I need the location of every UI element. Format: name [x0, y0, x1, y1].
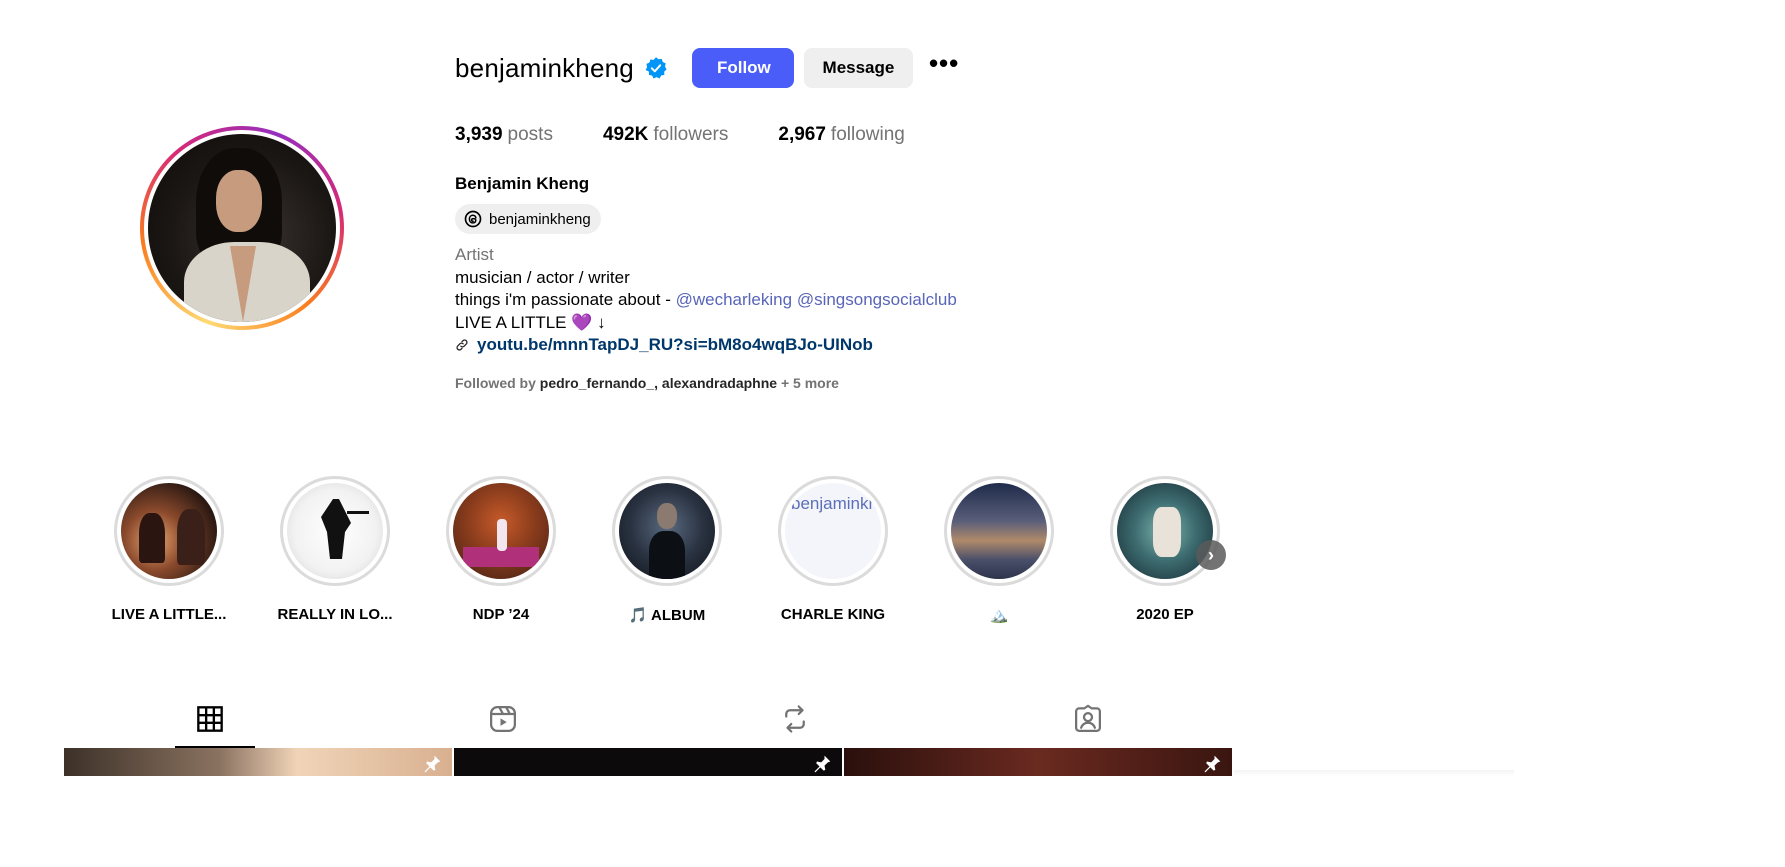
posts-count: 3,939 posts [455, 124, 553, 145]
bio-line: LIVE A LITTLE 💜 ↓ [455, 312, 606, 332]
highlight-label: 🎵 ALBUM [628, 607, 706, 624]
highlight-figure [177, 509, 205, 565]
highlight-ring [1110, 476, 1220, 586]
link-text: youtu.be/mnnTapDJ_RU?si=bM8o4wqBJo-UINob [477, 335, 873, 354]
highlight-item[interactable]: LIVE A LITTLE... [111, 476, 227, 624]
reposts-icon [785, 705, 806, 733]
reels-icon [489, 706, 516, 732]
highlight-label: 🏔️ [989, 607, 1009, 624]
post-tile[interactable] [64, 748, 452, 776]
highlights-next-arrow-icon[interactable]: › [1196, 540, 1226, 570]
highlight-label: NDP ’24 [472, 606, 530, 623]
highlight-gap [1113, 479, 1217, 583]
tab-posts[interactable] [64, 690, 357, 748]
avatar-ring-gap [144, 130, 340, 326]
profile-tabs [64, 690, 1234, 748]
pinned-icon [1204, 755, 1221, 773]
follow-button[interactable]: Follow [691, 48, 794, 88]
full-name: Benjamin Kheng [455, 174, 590, 193]
post-tile[interactable] [454, 748, 842, 776]
highlight-ring [446, 476, 556, 586]
highlight-gap [615, 479, 719, 583]
followed-by-prefix: Followed by [455, 375, 540, 391]
highlight-item[interactable]: REALLY IN LO... [277, 476, 393, 624]
highlight-ring [612, 476, 722, 586]
tagged-icon [1074, 704, 1101, 732]
highlight-gap: benjaminkheng's highlight story picture [781, 479, 885, 583]
highlight-label: LIVE A LITTLE... [111, 606, 227, 623]
external-link[interactable]: youtu.be/mnnTapDJ_RU?si=bM8o4wqBJo-UINob [455, 334, 957, 357]
highlight-gap [283, 479, 387, 583]
username: benjaminkheng [455, 52, 634, 83]
bio: Artist musician / actor / writer things … [455, 244, 957, 357]
highlight-label: 2020 EP [1136, 606, 1194, 623]
followed-by-more: + 5 more [777, 375, 839, 391]
highlight-alt-text: benjaminkheng's highlight story picture [791, 494, 881, 513]
highlight-label: CHARLE KING [780, 606, 886, 623]
following-link[interactable]: 2,967 following [778, 124, 904, 146]
followed-by[interactable]: Followed by pedro_fernando_, alexandrada… [455, 375, 839, 391]
bio-line: things i'm passionate about - @wecharlek… [455, 289, 957, 312]
highlight-item[interactable]: 🎵 ALBUM [612, 476, 722, 624]
story-highlights: LIVE A LITTLE... REALLY IN LO... NDP ’24… [111, 476, 1276, 624]
highlight-ring [280, 476, 390, 586]
highlight-figure [1153, 507, 1181, 557]
post-grid [64, 748, 1234, 776]
category-label: Artist [455, 245, 494, 264]
highlight-figure [497, 519, 507, 551]
highlight-figure [139, 513, 165, 563]
highlight-gap [947, 479, 1051, 583]
bio-text: things i'm passionate about - [455, 290, 676, 309]
threads-badge[interactable]: benjaminkheng [455, 204, 601, 234]
highlight-cover [453, 483, 549, 579]
threads-icon [464, 210, 482, 228]
followed-by-names: pedro_fernando_, alexandradaphne [539, 375, 778, 391]
highlight-gap [117, 479, 221, 583]
highlight-cover [121, 483, 217, 579]
threads-handle: benjaminkheng [489, 210, 591, 228]
grid-icon [197, 706, 224, 732]
tab-reels[interactable] [357, 690, 650, 748]
highlight-cover [287, 483, 383, 579]
avatar-image [148, 134, 336, 322]
profile-header: benjaminkheng Follow Message ••• [455, 48, 959, 88]
highlight-figure [347, 511, 369, 514]
mention-link[interactable]: @wecharleking [676, 290, 792, 309]
highlight-cover [619, 483, 715, 579]
highlight-ring [114, 476, 224, 586]
highlight-figure [321, 499, 351, 559]
more-options-icon[interactable]: ••• [929, 50, 959, 78]
bio-line: musician / actor / writer [455, 267, 630, 287]
highlight-item[interactable]: benjaminkheng's highlight story picture … [778, 476, 888, 624]
profile-stats: 3,939 posts 492K followers 2,967 following [455, 124, 955, 146]
profile-avatar[interactable] [140, 126, 344, 330]
highlight-ring: benjaminkheng's highlight story picture [778, 476, 888, 586]
tab-reposts[interactable] [649, 690, 942, 748]
tab-tagged[interactable] [942, 690, 1235, 748]
highlight-gap [449, 479, 553, 583]
highlight-cover [951, 483, 1047, 579]
verified-badge-icon [645, 57, 667, 79]
message-button[interactable]: Message [803, 48, 913, 88]
followers-link[interactable]: 492K followers [603, 124, 728, 146]
highlight-figure [657, 503, 677, 529]
post-tile[interactable] [844, 748, 1232, 776]
highlight-ring [944, 476, 1054, 586]
highlight-label: REALLY IN LO... [277, 606, 393, 623]
link-icon [456, 339, 468, 351]
pinned-icon [814, 755, 831, 773]
mention-link[interactable]: @singsongsocialclub [797, 290, 957, 309]
content-edge-shadow [1234, 770, 1514, 776]
highlight-figure [649, 531, 685, 579]
pinned-icon [424, 755, 441, 773]
avatar-face [216, 170, 262, 232]
highlight-item[interactable]: NDP ’24 [446, 476, 556, 624]
highlight-cover-broken: benjaminkheng's highlight story picture [785, 483, 881, 579]
highlight-item[interactable]: 🏔️ [944, 476, 1054, 624]
